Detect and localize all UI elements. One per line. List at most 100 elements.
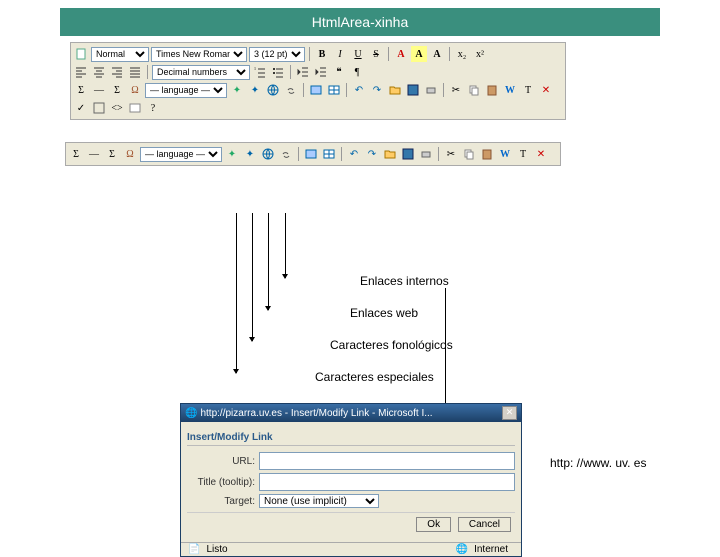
cancel-button[interactable]: Cancel: [458, 517, 511, 532]
save-button[interactable]: [405, 82, 421, 98]
status-bar: 📄 Listo 🌐 Internet: [181, 542, 521, 556]
url-label: URL:: [187, 456, 255, 467]
title-input[interactable]: [259, 473, 515, 491]
toolbar-row-3: Σ — Σ Ω — language — ✦ ✦ ↶ ↷ ✂ W T ✕: [73, 81, 563, 99]
superscript-button[interactable]: x²: [472, 46, 488, 62]
paste-word-button[interactable]: W: [497, 146, 513, 162]
align-left-button[interactable]: [73, 64, 89, 80]
indent-button[interactable]: [313, 64, 329, 80]
dialog-section-header: Insert/Modify Link: [187, 430, 515, 446]
special-char-button[interactable]: ✦: [229, 82, 245, 98]
svg-text:1: 1: [254, 66, 256, 71]
font-select[interactable]: Times New Roman: [151, 47, 247, 62]
save-button[interactable]: [400, 146, 416, 162]
cut-button[interactable]: ✂: [448, 82, 464, 98]
format-select[interactable]: Normal: [91, 47, 149, 62]
internal-link-button[interactable]: [278, 146, 294, 162]
align-center-button[interactable]: [91, 64, 107, 80]
separator: [303, 83, 304, 97]
folder-button[interactable]: [387, 82, 403, 98]
language-select[interactable]: — language —: [145, 83, 227, 98]
sigma-icon[interactable]: Σ: [68, 146, 84, 162]
language-select[interactable]: — language —: [140, 147, 222, 162]
subscript-button[interactable]: x₂: [454, 46, 470, 62]
phono-char-button[interactable]: ✦: [247, 82, 263, 98]
bold-button[interactable]: B: [314, 46, 330, 62]
omega-icon[interactable]: Ω: [127, 82, 143, 98]
ie-icon: 🌐: [185, 408, 197, 419]
arrow-phono: [252, 213, 253, 341]
new-doc-icon[interactable]: [73, 46, 89, 62]
unordered-list-button[interactable]: [270, 64, 286, 80]
fullscreen-button[interactable]: [91, 100, 107, 116]
text-color-button[interactable]: A: [429, 46, 445, 62]
underline-button[interactable]: U: [350, 46, 366, 62]
url-input[interactable]: [259, 452, 515, 470]
ok-button[interactable]: Ok: [416, 517, 451, 532]
status-done: 📄 Listo: [182, 544, 240, 555]
align-right-button[interactable]: [109, 64, 125, 80]
image-button[interactable]: [308, 82, 324, 98]
clear-format-button[interactable]: ✕: [538, 82, 554, 98]
sigma2-icon[interactable]: Σ: [104, 146, 120, 162]
paste-text-button[interactable]: T: [520, 82, 536, 98]
status-zone: 🌐 Internet: [450, 544, 520, 555]
minus-icon[interactable]: —: [86, 146, 102, 162]
align-justify-button[interactable]: [127, 64, 143, 80]
title-bar: HtmlArea-xinha: [60, 8, 660, 36]
paragraph-button[interactable]: ¶: [349, 64, 365, 80]
phono-char-button[interactable]: ✦: [242, 146, 258, 162]
paste-button[interactable]: [484, 82, 500, 98]
paste-word-button[interactable]: W: [502, 82, 518, 98]
paste-button[interactable]: [479, 146, 495, 162]
font-color-button[interactable]: A: [393, 46, 409, 62]
preview-button[interactable]: [127, 100, 143, 116]
copy-button[interactable]: [461, 146, 477, 162]
close-button[interactable]: ✕: [502, 406, 517, 420]
blockquote-button[interactable]: ❝: [331, 64, 347, 80]
folder-button[interactable]: [382, 146, 398, 162]
spellcheck-button[interactable]: ✓: [73, 100, 89, 116]
outdent-button[interactable]: [295, 64, 311, 80]
redo-button[interactable]: ↷: [369, 82, 385, 98]
separator: [147, 65, 148, 79]
label-special: Caracteres especiales: [315, 370, 434, 384]
list-style-select[interactable]: Decimal numbers: [152, 65, 250, 80]
print-button[interactable]: [423, 82, 439, 98]
cut-button[interactable]: ✂: [443, 146, 459, 162]
omega-icon[interactable]: Ω: [122, 146, 138, 162]
table-button[interactable]: [321, 146, 337, 162]
toolbar-row-4: ✓ <> ?: [73, 99, 563, 117]
redo-button[interactable]: ↷: [364, 146, 380, 162]
help-button[interactable]: ?: [145, 100, 161, 116]
source-button[interactable]: <>: [109, 100, 125, 116]
ordered-list-button[interactable]: 1: [252, 64, 268, 80]
web-link-button[interactable]: [265, 82, 281, 98]
arrow-web-links: [268, 213, 269, 310]
bg-color-button[interactable]: A: [411, 46, 427, 62]
toolbar-row-2: Decimal numbers 1 ❝ ¶: [73, 63, 563, 81]
special-char-button[interactable]: ✦: [224, 146, 240, 162]
sigma-icon[interactable]: Σ: [73, 82, 89, 98]
undo-button[interactable]: ↶: [346, 146, 362, 162]
sigma2-icon[interactable]: Σ: [109, 82, 125, 98]
target-label: Target:: [187, 496, 255, 507]
strike-button[interactable]: S: [368, 46, 384, 62]
internal-link-button[interactable]: [283, 82, 299, 98]
copy-button[interactable]: [466, 82, 482, 98]
web-link-button[interactable]: [260, 146, 276, 162]
label-phono: Caracteres fonológicos: [330, 338, 453, 352]
table-button[interactable]: [326, 82, 342, 98]
minus-icon[interactable]: —: [91, 82, 107, 98]
undo-button[interactable]: ↶: [351, 82, 367, 98]
paste-text-button[interactable]: T: [515, 146, 531, 162]
title-text: HtmlArea-xinha: [312, 14, 408, 30]
editor-toolbar: Normal Times New Roman 3 (12 pt) B I U S…: [70, 42, 566, 120]
target-select[interactable]: None (use implicit): [259, 494, 379, 508]
italic-button[interactable]: I: [332, 46, 348, 62]
size-select[interactable]: 3 (12 pt): [249, 47, 305, 62]
dialog-title-text: http://pizarra.uv.es - Insert/Modify Lin…: [200, 408, 499, 419]
print-button[interactable]: [418, 146, 434, 162]
image-button[interactable]: [303, 146, 319, 162]
clear-format-button[interactable]: ✕: [533, 146, 549, 162]
